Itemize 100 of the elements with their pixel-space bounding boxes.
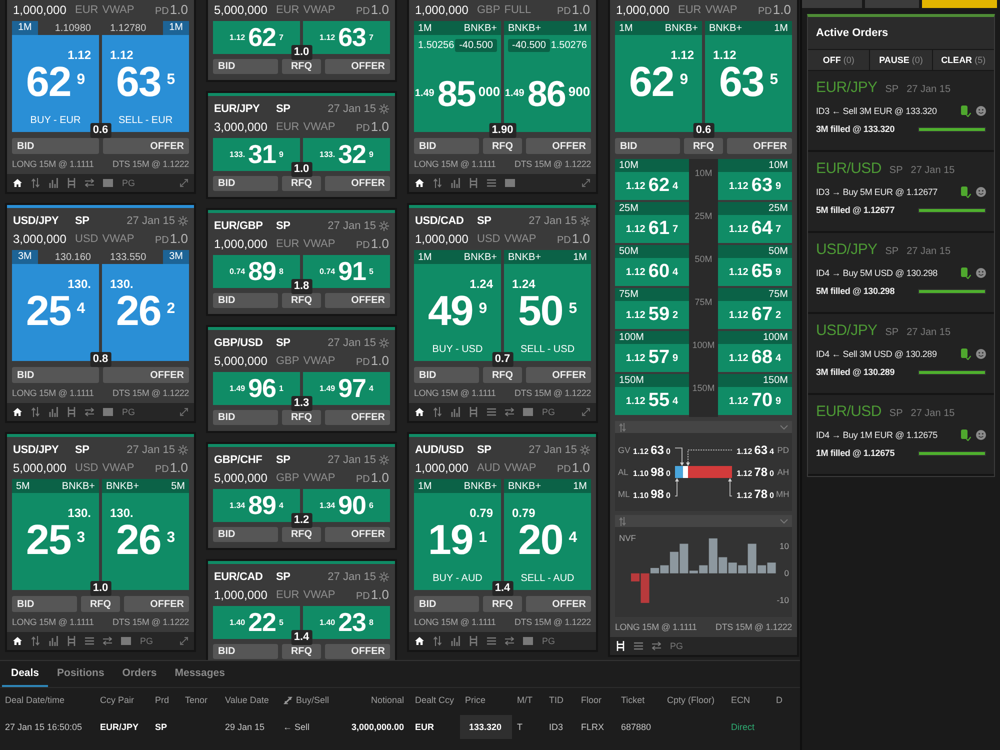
home-icon[interactable] [13,407,22,417]
panel-tab[interactable]: Orders [113,661,166,687]
offer-button[interactable]: OFFER [102,367,189,383]
offer-price-button[interactable]: 1.12 70 9 [718,387,792,415]
rfq-button[interactable]: RFQ [482,138,522,154]
pg-button[interactable]: PG [140,636,154,646]
offer-button[interactable]: OFFER [325,59,390,74]
bid-button[interactable]: BID [12,138,98,154]
offer-button[interactable]: OFFER [325,293,390,308]
bid-button[interactable]: BID [213,59,278,74]
bar-chart-icon[interactable] [451,407,460,417]
smiley-icon[interactable] [976,106,986,116]
left-right-arrows-icon[interactable] [85,407,94,417]
list-icon[interactable] [487,636,496,646]
pg-button[interactable]: PG [122,178,136,188]
rfq-button[interactable]: RFQ [482,367,522,383]
gear-icon[interactable] [379,338,389,348]
bar-chart-icon[interactable] [49,636,58,646]
smiley-icon[interactable] [976,268,986,278]
gear-icon[interactable] [580,444,590,454]
offer-button[interactable]: OFFER [526,138,591,154]
list-icon[interactable] [634,641,643,651]
gear-icon[interactable] [379,104,389,114]
offer-button[interactable]: OFFER [325,527,390,542]
rfq-button[interactable]: RFQ [80,596,120,612]
bid-price-button[interactable]: 1.12 60 4 [615,258,689,286]
order-action-button[interactable]: CLEAR (5) [932,50,994,70]
chevron-down-icon[interactable] [780,424,788,430]
bid-price-button[interactable]: 1.12 62 4 [615,172,689,200]
rfq-button[interactable]: RFQ [282,59,322,74]
expand-icon[interactable] [180,408,188,416]
bar-chart-icon[interactable] [451,636,460,646]
rfq-button[interactable]: RFQ [282,410,322,425]
left-right-arrows-icon[interactable] [652,641,661,651]
order-action-button[interactable]: OFF (0) [808,50,870,70]
bid-price-button[interactable]: 1.12 61 7 [615,215,689,243]
pg-button[interactable]: PG [670,641,684,651]
smiley-icon[interactable] [976,187,986,197]
rfq-button[interactable]: RFQ [282,293,322,308]
bid-price-button[interactable]: 1.12 59 2 [615,301,689,329]
bid-button[interactable]: BID [12,367,98,383]
gear-icon[interactable] [580,216,590,226]
offer-price-button[interactable]: 1.12 63 9 [718,172,792,200]
home-icon[interactable] [415,407,424,417]
bid-button[interactable]: BID [213,527,278,542]
expand-icon[interactable] [180,637,188,645]
list-icon[interactable] [487,407,496,417]
gear-icon[interactable] [178,216,188,226]
home-icon[interactable] [415,636,424,646]
offer-button[interactable]: OFFER [526,596,591,612]
bar-chart-icon[interactable] [451,178,460,188]
gear-icon[interactable] [379,572,389,582]
home-icon[interactable] [13,178,22,188]
up-down-arrows-icon[interactable] [433,636,442,646]
list-icon[interactable] [85,636,94,646]
up-down-arrows-icon[interactable] [31,407,40,417]
offer-price-button[interactable]: 1.12 68 4 [718,344,792,372]
bid-button[interactable]: BID [12,596,76,612]
bid-button[interactable]: BID [213,410,278,425]
rfq-button[interactable]: RFQ [282,644,322,659]
bid-button[interactable]: BID [615,138,680,154]
bid-button[interactable]: BID [414,138,478,154]
chevron-down-icon[interactable] [780,518,788,524]
panel-tab[interactable]: Deals [2,661,48,687]
bid-button[interactable]: BID [414,367,478,383]
pg-button[interactable]: PG [122,407,136,417]
gear-icon[interactable] [178,444,188,454]
left-right-arrows-icon[interactable] [85,178,94,188]
home-icon[interactable] [415,178,424,188]
gear-icon[interactable] [379,220,389,230]
up-down-arrows-icon[interactable] [433,407,442,417]
left-right-arrows-icon[interactable] [103,636,112,646]
home-icon[interactable] [13,636,22,646]
offer-price-button[interactable]: 1.12 65 9 [718,258,792,286]
up-down-arrows-icon[interactable] [31,178,40,188]
list-icon[interactable] [487,178,496,188]
offer-button[interactable]: OFFER [102,138,189,154]
bid-button[interactable]: BID [213,644,278,659]
offer-button[interactable]: OFFER [124,596,189,612]
bid-button[interactable]: BID [213,176,278,191]
offer-button[interactable]: OFFER [727,138,792,154]
bid-button[interactable]: BID [213,293,278,308]
expand-icon[interactable] [582,179,590,187]
gear-icon[interactable] [379,454,389,464]
pg-button[interactable]: PG [542,636,556,646]
up-down-arrows-icon[interactable] [31,636,40,646]
offer-price-button[interactable]: 1.12 67 2 [718,301,792,329]
offer-price-button[interactable]: 1.12 64 7 [718,215,792,243]
smiley-icon[interactable] [976,349,986,359]
bid-button[interactable]: BID [414,596,478,612]
rfq-button[interactable]: RFQ [684,138,724,154]
rfq-button[interactable]: RFQ [482,596,522,612]
panel-tab[interactable]: Positions [48,661,114,687]
rfq-button[interactable]: RFQ [282,527,322,542]
pg-button[interactable]: PG [542,407,556,417]
offer-button[interactable]: OFFER [325,644,390,659]
left-right-arrows-icon[interactable] [505,407,514,417]
left-right-arrows-icon[interactable] [505,636,514,646]
bar-chart-icon[interactable] [49,407,58,417]
expand-icon[interactable] [180,179,188,187]
